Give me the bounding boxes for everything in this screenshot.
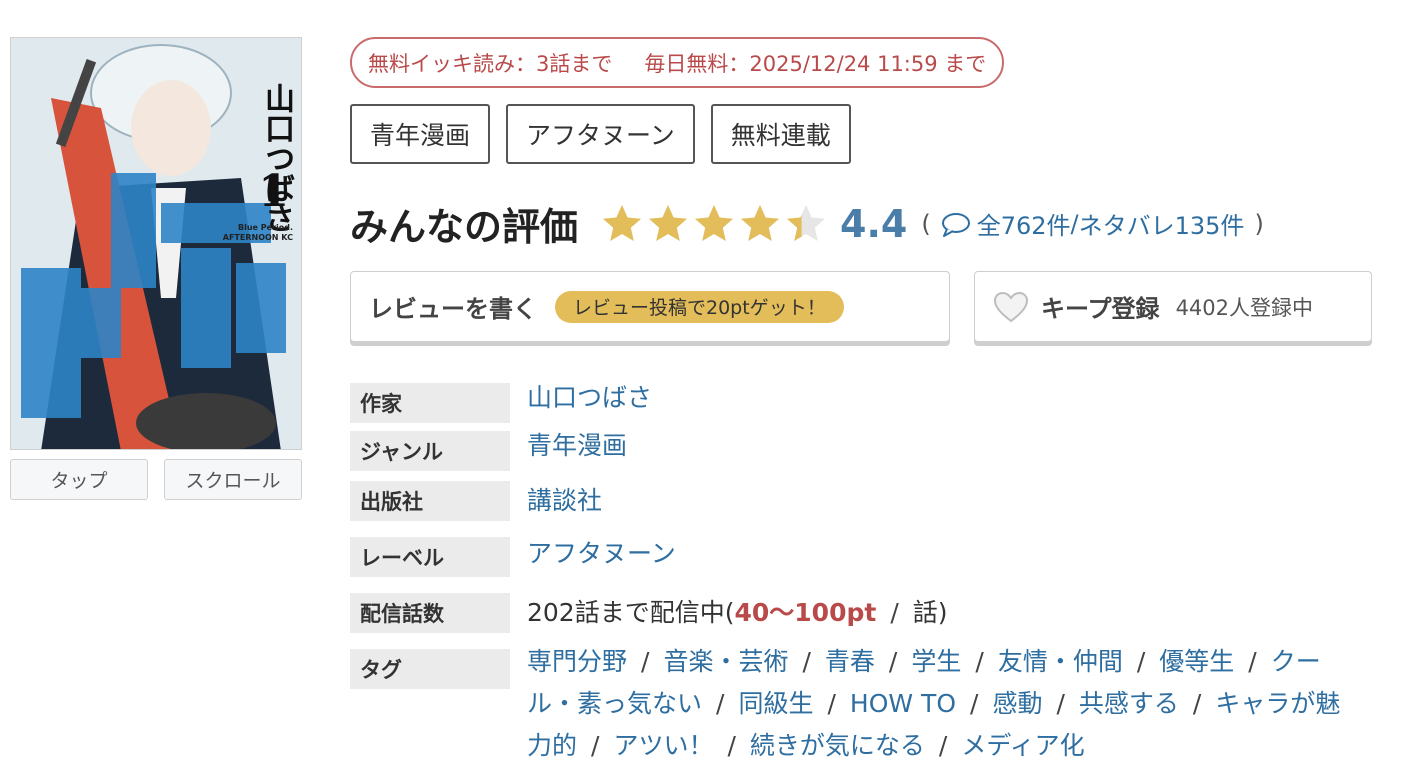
tag-list: 専門分野 / 音楽・芸術 / 青春 / 学生 / 友情・仲間 / 優等生 / クール・素っ気ない / 同級生… (527, 641, 1357, 767)
info-label: 配信話数 (350, 593, 510, 633)
tag-separator: / (716, 689, 725, 718)
rating-title: みんなの評価 (350, 205, 579, 249)
cover-volume: 1 (258, 166, 289, 217)
tag-separator: / (802, 647, 811, 676)
genre-tag-list: 青年漫画 アフタヌーン 無料連載 (350, 104, 851, 164)
episode-count: 202話まで配信中(40〜100pt / 話) (527, 598, 948, 628)
open-paren: ( (921, 209, 931, 238)
star-icon (649, 204, 688, 241)
episode-count-prefix: 202話まで配信中( (527, 598, 735, 627)
tap-view-button[interactable]: タップ (10, 459, 148, 500)
tag-separator: / (1136, 647, 1146, 676)
tag-separator: / (641, 647, 650, 676)
write-review-label: レビューを書く (369, 295, 537, 323)
keep-button[interactable]: キープ登録 4402人登録中 (974, 271, 1372, 342)
tag-separator: / (888, 647, 898, 676)
star-icon (741, 204, 780, 241)
tag-link[interactable]: 音楽・芸術 (663, 647, 788, 676)
label-link[interactable]: アフタヌーン (527, 539, 676, 569)
info-row-publisher: 出版社 講談社 (350, 481, 1390, 521)
rating-row: みんなの評価 4.4 ( 全762件 / ネタバレ135件 ) (350, 196, 1264, 251)
tag-separator: / (970, 689, 979, 718)
tag-link[interactable]: 友情・仲間 (998, 647, 1123, 676)
star-icon (787, 204, 826, 241)
info-row-episodes: 配信話数 202話まで配信中(40〜100pt / 話) (350, 593, 1390, 633)
episode-slash: / (890, 598, 899, 627)
tag-separator: / (591, 731, 600, 760)
info-row-genre: ジャンル 青年漫画 (350, 431, 1390, 471)
free-daily-text: 毎日無料：2025/12/24 11:59 まで (644, 51, 987, 76)
cover-subtitle: Blue Period. AFTERNOON KC (223, 223, 293, 243)
view-mode-buttons: タップ スクロール (10, 459, 302, 500)
tag-link[interactable]: 共感する (1079, 689, 1179, 718)
tag-link[interactable]: アツい！ (613, 731, 713, 760)
tag-separator: / (727, 731, 736, 760)
info-label: レーベル (350, 537, 510, 577)
tag-link[interactable]: 専門分野 (527, 647, 627, 676)
info-row-tags: タグ 専門分野 / 音楽・芸術 / 青春 / 学生 / 友情・仲間 / 優等生 / クール・素っ気ない /… (350, 647, 1390, 767)
free-ikki-text: 無料イッキ読み：3話まで (368, 51, 613, 76)
tag-separator: / (1056, 689, 1065, 718)
info-row-author: 作家 山口つばさ (350, 383, 1390, 423)
speech-bubble-icon (941, 212, 970, 237)
keep-label: キープ登録 (1041, 295, 1160, 323)
write-review-button[interactable]: レビューを書く レビュー投稿で20ptゲット！ (350, 271, 950, 342)
info-label: 作家 (350, 383, 510, 423)
tag-separator: / (827, 689, 836, 718)
free-read-badge: 無料イッキ読み：3話まで 毎日無料：2025/12/24 11:59 まで (350, 37, 1005, 88)
scroll-view-button[interactable]: スクロール (164, 459, 302, 500)
rating-score: 4.4 (840, 201, 908, 246)
tag-link[interactable]: メディア化 (961, 731, 1084, 760)
close-paren: ) (1254, 209, 1264, 238)
review-promo-badge: レビュー投稿で20ptゲット！ (555, 290, 844, 323)
episode-price: 40〜100pt (734, 598, 877, 627)
star-icon (695, 204, 734, 241)
tag-link[interactable]: 続きが気になる (750, 731, 925, 760)
tag-separator: / (1248, 647, 1257, 676)
genre-tag[interactable]: 無料連載 (710, 104, 851, 164)
spoiler-review-count[interactable]: ネタバレ135件 (1079, 206, 1245, 241)
tag-link[interactable]: 同級生 (738, 689, 813, 718)
tag-link[interactable]: HOW TO (850, 689, 956, 718)
cover-image[interactable]: 山口つばさ 1 Blue Period. AFTERNOON KC (10, 37, 302, 450)
info-label: タグ (350, 649, 510, 689)
author-link[interactable]: 山口つばさ (527, 383, 652, 413)
cover-subtitle-line2: AFTERNOON KC (222, 233, 293, 242)
star-icon (603, 204, 642, 241)
tag-separator: / (938, 731, 948, 760)
info-label: 出版社 (350, 481, 510, 521)
keep-count: 4402人登録中 (1175, 295, 1314, 320)
info-label: ジャンル (350, 431, 510, 471)
heart-icon (993, 291, 1029, 322)
cover-subtitle-line1: Blue Period. (238, 223, 293, 232)
rating-stars (600, 202, 828, 246)
genre-tag[interactable]: 青年漫画 (350, 104, 491, 164)
publisher-link[interactable]: 講談社 (527, 486, 602, 516)
info-row-label: レーベル アフタヌーン (350, 537, 1390, 577)
tag-link[interactable]: 優等生 (1159, 647, 1234, 676)
tag-link[interactable]: 学生 (911, 647, 961, 676)
episode-count-suffix: 話) (912, 598, 948, 627)
tag-link[interactable]: 感動 (992, 689, 1042, 718)
tag-link[interactable]: 青春 (825, 647, 875, 676)
genre-tag[interactable]: アフタヌーン (506, 104, 695, 164)
tag-separator: / (975, 647, 984, 676)
total-review-count[interactable]: 全762件 (977, 206, 1071, 241)
review-count-link[interactable]: ( 全762件 / ネタバレ135件 ) (921, 206, 1263, 241)
genre-link[interactable]: 青年漫画 (527, 431, 627, 461)
tag-separator: / (1192, 689, 1202, 718)
info-table: 作家 山口つばさ ジャンル 青年漫画 出版社 講談社 レーベル アフタヌーン 配… (350, 383, 1390, 767)
count-slash: / (1070, 209, 1079, 238)
